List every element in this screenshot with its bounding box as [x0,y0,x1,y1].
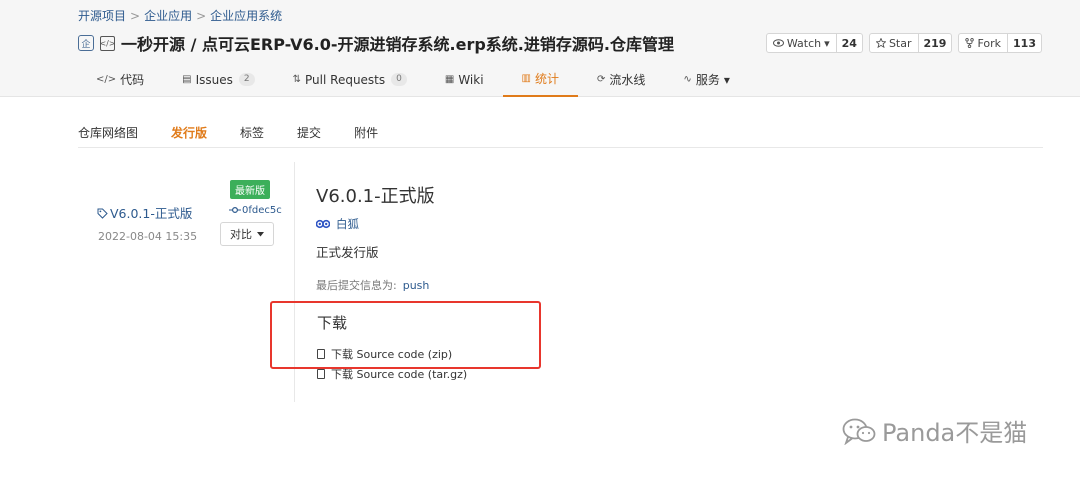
watermark-text: Panda不是猫 [882,419,1028,447]
last-commit-info: 最后提交信息为: push [316,277,429,293]
breadcrumb-item-open-source[interactable]: 开源项目 [78,9,126,23]
chevron-down-icon: ▾ [723,72,730,87]
tab-pull-requests[interactable]: ⇅ Pull Requests 0 [274,62,426,97]
star-icon [875,38,886,48]
watermark: Panda不是猫 [842,413,1027,448]
tab-issues-label: Issues [195,72,233,87]
fork-label: Fork [977,36,1002,50]
tag-icon [97,208,108,219]
tab-services[interactable]: ∿ 服务 ▾ [664,62,748,97]
subnav-releases[interactable]: 发行版 [171,124,207,141]
breadcrumb-separator: > [130,9,141,23]
fork-icon [965,38,975,48]
breadcrumb-item-enterprise-apps[interactable]: 企业应用 [144,9,192,23]
subnav-attachments[interactable]: 附件 [354,124,378,141]
repo-title[interactable]: 一秒开源 / 点可云ERP-V6.0-开源进销存系统.erp系统.进销存源码.仓… [121,31,674,55]
tab-statistics[interactable]: ▥ 统计 [502,62,579,97]
tab-issues[interactable]: ▤ Issues 2 [163,62,273,97]
fork-button[interactable]: Fork 113 [958,33,1042,53]
last-commit-label: 最后提交信息为: [316,279,397,292]
release-author-name: 白狐 [336,217,359,231]
breadcrumb-separator: > [196,9,207,23]
repo-tabs: </> 代码 ▤ Issues 2 ⇅ Pull Requests 0 ▦ Wiki ▥ 统计… [78,62,749,97]
tab-wiki[interactable]: ▦ Wiki [426,62,503,97]
compare-label: 对比 [230,228,252,241]
release-date: 2022-08-04 15:35 [98,230,198,243]
latest-release-badge: 最新版 [230,180,270,199]
bar-chart-icon: ▥ [521,73,531,84]
star-count[interactable]: 219 [919,34,952,52]
release-description: 正式发行版 [316,245,379,260]
pull-request-icon: ⇅ [292,74,302,85]
star-button[interactable]: Star 219 [868,33,953,53]
tab-code[interactable]: </> 代码 [78,62,163,97]
tab-code-label: 代码 [120,73,145,87]
repo-actions: Watch ▾ 24 Star 219 Fork 113 [765,33,1042,53]
breadcrumb: 开源项目 > 企业应用 > 企业应用系统 [78,7,282,24]
release-tag-link[interactable]: V6.0.1-正式版 [97,203,192,222]
code-repo-icon: </> [99,35,116,51]
pipeline-icon: ⟳ [597,74,606,85]
watch-count[interactable]: 24 [837,34,862,52]
issues-count-badge: 2 [238,73,255,86]
repo-title-row: 企 </> 一秒开源 / 点可云ERP-V6.0-开源进销存系统.erp系统.进… [78,31,674,55]
code-icon: </> [96,74,117,85]
eye-icon [772,39,784,47]
commit-icon [229,206,241,214]
enterprise-icon: 企 [78,35,94,51]
repo-header: 开源项目 > 企业应用 > 企业应用系统 企 </> 一秒开源 / 点可云ERP-V6.… [0,0,1080,97]
tab-services-label: 服务 [695,73,720,87]
release-commit-link[interactable]: 0fdec5c [229,205,282,216]
tab-pull-requests-label: Pull Requests [305,72,386,87]
chevron-down-icon: ▾ [824,36,830,50]
file-archive-icon [317,369,325,379]
compare-dropdown[interactable]: 对比 [220,222,274,246]
fork-label-wrap: Fork [959,34,1009,52]
wechat-icon [842,418,876,445]
last-commit-link[interactable]: push [403,279,430,292]
release-commit-hash: 0fdec5c [242,205,282,216]
divider [78,147,1043,148]
release-subnav: 仓库网络图 发行版 标签 提交 附件 [78,124,411,141]
tab-statistics-label: 统计 [535,72,560,86]
subnav-tags[interactable]: 标签 [240,124,264,141]
author-avatar-icon [316,219,330,229]
wiki-icon: ▦ [444,74,455,85]
breadcrumb-item-enterprise-systems[interactable]: 企业应用系统 [210,9,282,23]
release-title: V6.0.1-正式版 [316,186,435,207]
pulse-icon: ∿ [683,74,692,85]
release-tag-name: V6.0.1-正式版 [110,206,193,221]
star-label-wrap: Star [870,34,919,52]
tab-pipeline-label: 流水线 [609,73,646,87]
pull-requests-count-badge: 0 [391,73,407,86]
caret-down-icon [257,231,264,236]
issues-icon: ▤ [182,74,192,85]
watch-label-wrap: Watch ▾ [767,34,837,52]
tab-wiki-label: Wiki [458,72,484,87]
star-label: Star [888,36,912,50]
tab-pipeline[interactable]: ⟳ 流水线 [578,62,664,97]
subnav-network-graph[interactable]: 仓库网络图 [78,124,138,141]
watch-button[interactable]: Watch ▾ 24 [765,33,863,53]
subnav-commits[interactable]: 提交 [297,124,321,141]
highlight-annotation-box [270,301,541,369]
release-author[interactable]: 白狐 [316,216,359,232]
watch-label: Watch [786,36,822,50]
fork-count[interactable]: 113 [1008,34,1041,52]
